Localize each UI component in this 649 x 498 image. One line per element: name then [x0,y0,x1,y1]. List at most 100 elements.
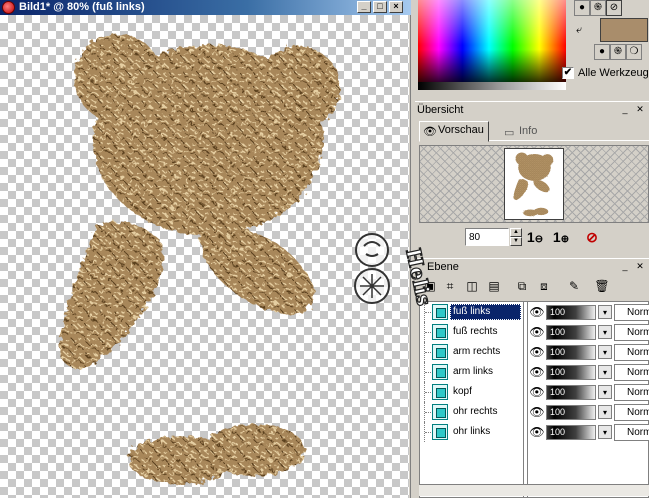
blend-mode-icon[interactable]: ▾ [598,425,612,439]
minimize-button[interactable]: _ [357,1,371,13]
zoom-in-label: 1 [552,229,561,245]
head [93,45,323,235]
visibility-eye-icon[interactable]: 👁 [529,325,545,339]
close-button[interactable]: × [389,1,403,13]
blend-mode-icon[interactable]: ▾ [598,345,612,359]
overview-preview[interactable] [419,145,649,223]
zoom-out-button[interactable]: 1⊖ [526,229,544,245]
zoom-out-label: 1 [526,229,535,245]
new-vector-layer-icon[interactable]: ⌗ [441,277,459,295]
reset-zoom-icon[interactable]: ⊘ [583,229,601,245]
grayscale-bar[interactable] [418,82,566,90]
layer-name[interactable]: ohr links [450,424,493,440]
zoom-up-button[interactable]: ▲ [510,228,522,237]
layer-name[interactable]: fuß rechts [450,324,500,340]
layer-row[interactable]: ohr links [420,422,524,442]
layer-props-row: 👁 100 ▾ Normal [528,302,649,322]
blend-mode-icon[interactable]: ▾ [598,365,612,379]
tab-vorschau[interactable]: 👁 Vorschau [419,121,489,142]
zoom-out-icon: ⊖ [534,234,544,245]
layer-row[interactable]: fuß rechts [420,322,524,342]
app-root: Bild1* @ 80% (fuß links) _ □ × ● ֍ ⊘ ⤶ ●… [0,0,649,498]
visibility-eye-icon[interactable]: 👁 [529,405,545,419]
new-raster-layer-icon[interactable]: ▣ [421,277,439,295]
blend-mode-select[interactable]: Normal [614,384,649,401]
all-tools-checkbox[interactable]: ✔ [562,67,574,79]
opacity-slider[interactable]: 100 [546,365,596,380]
blend-mode-select[interactable]: Normal [614,324,649,341]
blend-mode-select[interactable]: Normal [614,424,649,441]
layer-name[interactable]: arm links [450,364,496,380]
blend-mode-select[interactable]: Normal [614,364,649,381]
pattern-icon[interactable]: ֍ [590,0,606,16]
layer-row[interactable]: ohr rechts [420,402,524,422]
edit-mode-icon[interactable]: ✎ [565,277,583,295]
opacity-slider[interactable]: 100 [546,325,596,340]
layer-name[interactable]: ohr rechts [450,404,500,420]
zoom-input[interactable] [465,228,509,246]
blend-mode-icon[interactable]: ▾ [598,325,612,339]
layer-row[interactable]: arm rechts [420,342,524,362]
layer-name[interactable]: fuß links [450,304,521,320]
opacity-slider[interactable]: 100 [546,305,596,320]
no-fill-icon[interactable]: ⊘ [606,0,622,16]
color-spectrum[interactable] [418,0,566,90]
blend-mode-icon[interactable]: ▾ [598,385,612,399]
layer-row[interactable]: fuß links [420,302,524,322]
layer-name[interactable]: kopf [450,384,475,400]
opacity-slider[interactable]: 100 [546,345,596,360]
layer-name[interactable]: arm rechts [450,344,503,360]
overview-panel: Übersicht _ ✕ 👁 Vorschau ▭ Info 80 ▲ ▼ 1… [415,101,649,251]
black-circle-icon[interactable]: ● [594,44,610,60]
panel-minimize-button[interactable]: _ [618,260,632,273]
layer-row[interactable]: arm links [420,362,524,382]
zoom-spinner[interactable]: ▲ ▼ [510,228,522,246]
opacity-slider[interactable]: 100 [546,425,596,440]
blend-mode-select[interactable]: Normal [614,344,649,361]
all-tools-option[interactable]: ✔ Alle Werkzeuge [562,66,649,82]
opacity-slider[interactable]: 100 [546,405,596,420]
visibility-eye-icon[interactable]: 👁 [529,365,545,379]
arm-left [59,222,163,370]
preview-thumbnail [504,148,564,220]
tree-line [424,362,432,382]
raster-layer-icon [432,324,448,340]
layer-properties-icon[interactable]: ▤ [485,277,503,295]
tab-info[interactable]: ▭ Info [501,123,541,141]
layers-titlebar[interactable]: Ebene _ ✕ [415,258,649,275]
panel-close-button[interactable]: ✕ [633,103,647,116]
merge-layer-icon[interactable]: ⧈ [535,277,553,295]
new-group-icon[interactable]: ◫ [463,277,481,295]
visibility-eye-icon[interactable]: 👁 [529,425,545,439]
blend-mode-icon[interactable]: ▾ [598,405,612,419]
image-canvas[interactable] [0,15,409,498]
layers-title: Ebene [427,261,459,273]
zoom-down-button[interactable]: ▼ [510,237,522,246]
visibility-eye-icon[interactable]: 👁 [529,345,545,359]
panel-minimize-button[interactable]: _ [618,103,632,116]
layer-list: fuß links fuß rechts arm rechts arm link… [419,301,649,498]
layers-hscrollbar[interactable] [419,484,649,496]
blend-mode-select[interactable]: Normal [614,304,649,321]
black-circle-icon[interactable]: ● [574,0,590,16]
delete-layer-icon[interactable]: 🗑 [593,277,611,295]
texture-icon[interactable]: ❍ [626,44,642,60]
foreground-swatch[interactable] [600,18,648,42]
overview-titlebar[interactable]: Übersicht _ ✕ [415,101,649,118]
maximize-button[interactable]: □ [373,1,387,13]
zoom-in-button[interactable]: 1⊕ [552,229,570,245]
swap-arrows-icon[interactable]: ⤶ [576,24,582,37]
panel-close-button[interactable]: ✕ [633,260,647,273]
blend-mode-select[interactable]: Normal [614,404,649,421]
tree-line [424,382,432,402]
layer-row[interactable]: kopf [420,382,524,402]
swatch-area: ● ֍ ⊘ ⤶ ● ֍ ❍ [568,0,649,64]
opacity-slider[interactable]: 100 [546,385,596,400]
pattern-icon[interactable]: ֍ [610,44,626,60]
blend-mode-icon[interactable]: ▾ [598,305,612,319]
duplicate-layer-icon[interactable]: ⧉ [513,277,531,295]
layer-toolbar: ▣ ⌗ ◫ ▤ ⧉ ⧈ ✎ 🗑 [421,275,649,297]
visibility-eye-icon[interactable]: 👁 [529,305,545,319]
document-titlebar[interactable]: Bild1* @ 80% (fuß links) _ □ × [0,0,411,15]
visibility-eye-icon[interactable]: 👁 [529,385,545,399]
